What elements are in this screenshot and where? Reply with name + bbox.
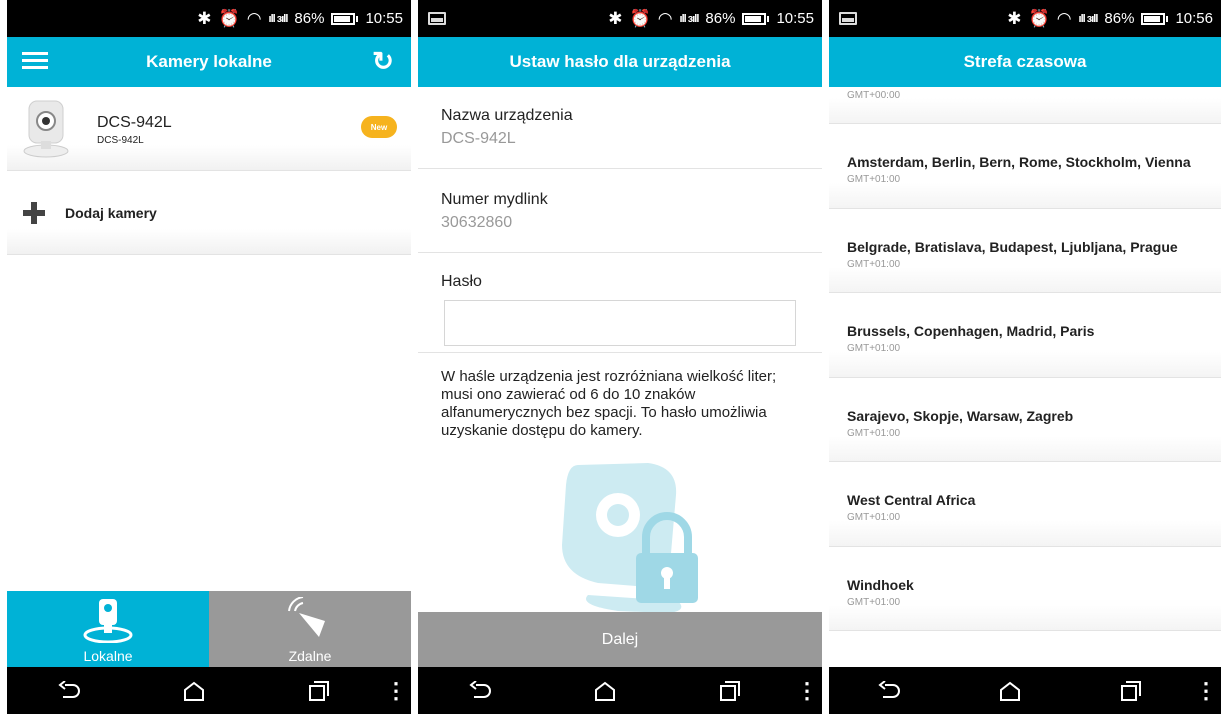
home-icon[interactable]	[132, 667, 257, 714]
back-icon[interactable]	[829, 667, 950, 714]
time-zone-offset: GMT+01:00	[847, 428, 901, 439]
system-nav-bar: ⋮	[7, 667, 411, 714]
overflow-menu-icon[interactable]: ⋮	[1191, 667, 1221, 714]
plus-icon	[23, 202, 45, 224]
system-nav-bar: ⋮	[418, 667, 822, 714]
mydlink-label: Numer mydlink	[441, 191, 548, 208]
wifi-icon: ◠	[657, 9, 673, 28]
device-name-value: DCS-942L	[441, 130, 516, 147]
time-zone-name: Windhoek	[847, 577, 914, 593]
home-icon[interactable]	[543, 667, 668, 714]
time-zone-offset: GMT+01:00	[847, 597, 901, 608]
app-bar: Strefa czasowa	[829, 37, 1221, 87]
home-icon[interactable]	[950, 667, 1071, 714]
time-zone-name: Belgrade, Bratislava, Budapest, Ljubljan…	[847, 239, 1178, 255]
system-nav-bar: ⋮	[829, 667, 1221, 714]
status-bar: ✱ ⏰ ◠ ıll ᴈıll 86% 10:55	[418, 0, 822, 37]
recent-apps-icon[interactable]	[667, 667, 792, 714]
add-cameras-button[interactable]: Dodaj kamery	[7, 171, 411, 255]
alarm-icon: ⏰	[218, 9, 240, 28]
device-name-field: Nazwa urządzenia DCS-942L	[418, 87, 822, 169]
satellite-dish-icon	[288, 597, 325, 637]
password-hint: W haśle urządzenia jest rozróżniana wiel…	[441, 368, 777, 439]
recent-apps-icon[interactable]	[1070, 667, 1191, 714]
mydlink-field: Numer mydlink 30632860	[418, 169, 822, 253]
time-zone-offset: GMT+01:00	[847, 343, 901, 354]
time-zone-item[interactable]: Sarajevo, Skopje, Warsaw, Zagreb GMT+01:…	[829, 378, 1221, 462]
battery-icon	[742, 12, 767, 25]
camera-model: DCS-942L	[97, 135, 144, 146]
camera-lock-icon	[562, 463, 698, 613]
camera-list-item[interactable]: DCS-942L DCS-942L New	[7, 87, 411, 171]
app-bar: Ustaw hasło dla urządzenia	[418, 37, 822, 87]
recent-apps-icon[interactable]	[256, 667, 381, 714]
time-zone-item[interactable]: GMT+00:00	[829, 87, 1221, 124]
tab-remote[interactable]: Zdalne	[209, 591, 411, 667]
time-zone-item[interactable]: Windhoek GMT+01:00	[829, 547, 1221, 631]
screen-time-zone: ✱ ⏰ ◠ ıll ᴈıll 86% 10:56 Strefa czasowa …	[829, 0, 1221, 714]
back-icon[interactable]	[418, 667, 543, 714]
time-zone-name: West Central Africa	[847, 492, 976, 508]
time-zone-list[interactable]: GMT+00:00 Amsterdam, Berlin, Bern, Rome,…	[829, 87, 1221, 667]
screenshot-icon	[839, 12, 857, 25]
screen-set-password: ✱ ⏰ ◠ ıll ᴈıll 86% 10:55 Ustaw hasło dla…	[418, 0, 822, 714]
status-bar: ✱ ⏰ ◠ ıll ᴈıll 86% 10:56	[829, 0, 1221, 37]
camera-thumbnail-icon	[23, 100, 69, 158]
screen-local-cameras: ✱ ⏰ ◠ ıll ᴈıll 86% 10:55 Kamery lokalne …	[7, 0, 411, 714]
battery-percent: 86%	[294, 10, 325, 27]
signal-icon: ıll ᴈıll	[1078, 12, 1099, 25]
mydlink-value: 30632860	[441, 214, 513, 231]
password-label: Hasło	[441, 273, 482, 290]
time-zone-name: Brussels, Copenhagen, Madrid, Paris	[847, 323, 1095, 339]
time-zone-item[interactable]: West Central Africa GMT+01:00	[829, 462, 1221, 547]
battery-percent: 86%	[1104, 10, 1135, 27]
battery-icon	[1141, 12, 1166, 25]
page-title: Kamery lokalne	[146, 52, 272, 71]
battery-icon	[331, 12, 356, 25]
clock: 10:56	[1175, 10, 1213, 27]
add-cameras-label: Dodaj kamery	[65, 205, 157, 221]
tab-local-label: Lokalne	[83, 648, 133, 664]
new-badge: New	[361, 116, 397, 138]
time-zone-item[interactable]: Amsterdam, Berlin, Bern, Rome, Stockholm…	[829, 124, 1221, 209]
time-zone-offset: GMT+01:00	[847, 259, 901, 270]
screenshot-icon	[428, 12, 446, 25]
signal-icon: ıll ᴈıll	[679, 12, 700, 25]
alarm-icon: ⏰	[629, 9, 651, 28]
tab-remote-label: Zdalne	[288, 648, 332, 664]
signal-icon: ıll ᴈıll	[268, 12, 289, 25]
bluetooth-icon: ✱	[197, 9, 212, 28]
bluetooth-icon: ✱	[608, 9, 623, 28]
overflow-menu-icon[interactable]: ⋮	[792, 667, 822, 714]
wifi-icon: ◠	[246, 9, 262, 28]
time-zone-item[interactable]: Belgrade, Bratislava, Budapest, Ljubljan…	[829, 209, 1221, 293]
time-zone-offset: GMT+00:00	[847, 90, 901, 101]
time-zone-name: Sarajevo, Skopje, Warsaw, Zagreb	[847, 408, 1074, 424]
clock: 10:55	[365, 10, 403, 27]
bluetooth-icon: ✱	[1007, 9, 1022, 28]
time-zone-item[interactable]: Brussels, Copenhagen, Madrid, Paris GMT+…	[829, 293, 1221, 378]
time-zone-offset: GMT+01:00	[847, 512, 901, 523]
app-bar: Kamery lokalne ↻	[7, 37, 411, 87]
back-icon[interactable]	[7, 667, 132, 714]
status-bar: ✱ ⏰ ◠ ıll ᴈıll 86% 10:55	[7, 0, 411, 37]
device-name-label: Nazwa urządzenia	[441, 107, 573, 124]
refresh-icon[interactable]: ↻	[369, 46, 397, 76]
password-input[interactable]	[444, 300, 796, 346]
camera-name: DCS-942L	[97, 114, 172, 131]
next-button[interactable]: Dalej	[418, 612, 822, 667]
menu-icon[interactable]	[19, 48, 51, 76]
clock: 10:55	[776, 10, 814, 27]
time-zone-offset: GMT+01:00	[847, 174, 901, 185]
alarm-icon: ⏰	[1028, 9, 1050, 28]
page-title: Ustaw hasło dla urządzenia	[509, 52, 731, 71]
time-zone-name: Amsterdam, Berlin, Bern, Rome, Stockholm…	[847, 154, 1191, 170]
overflow-menu-icon[interactable]: ⋮	[381, 667, 411, 714]
wifi-icon: ◠	[1056, 9, 1072, 28]
bottom-tabs: Lokalne Zdalne	[7, 591, 411, 667]
page-title: Strefa czasowa	[963, 52, 1087, 71]
tab-local[interactable]: Lokalne	[7, 591, 209, 667]
local-camera-icon	[83, 599, 133, 643]
battery-percent: 86%	[705, 10, 736, 27]
